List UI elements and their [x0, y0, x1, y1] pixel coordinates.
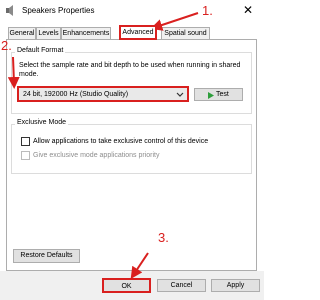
tab-advanced[interactable]: Advanced [119, 25, 157, 40]
step-3-label: 3. [158, 230, 169, 245]
step-1-label: 1. [202, 3, 213, 18]
step-2-label: 2. [1, 38, 12, 53]
arrow-to-format-dropdown [7, 56, 20, 89]
arrow-to-advanced-tab [150, 12, 199, 31]
annotation-arrows [7, 12, 199, 279]
arrow-to-ok-button [130, 252, 149, 279]
